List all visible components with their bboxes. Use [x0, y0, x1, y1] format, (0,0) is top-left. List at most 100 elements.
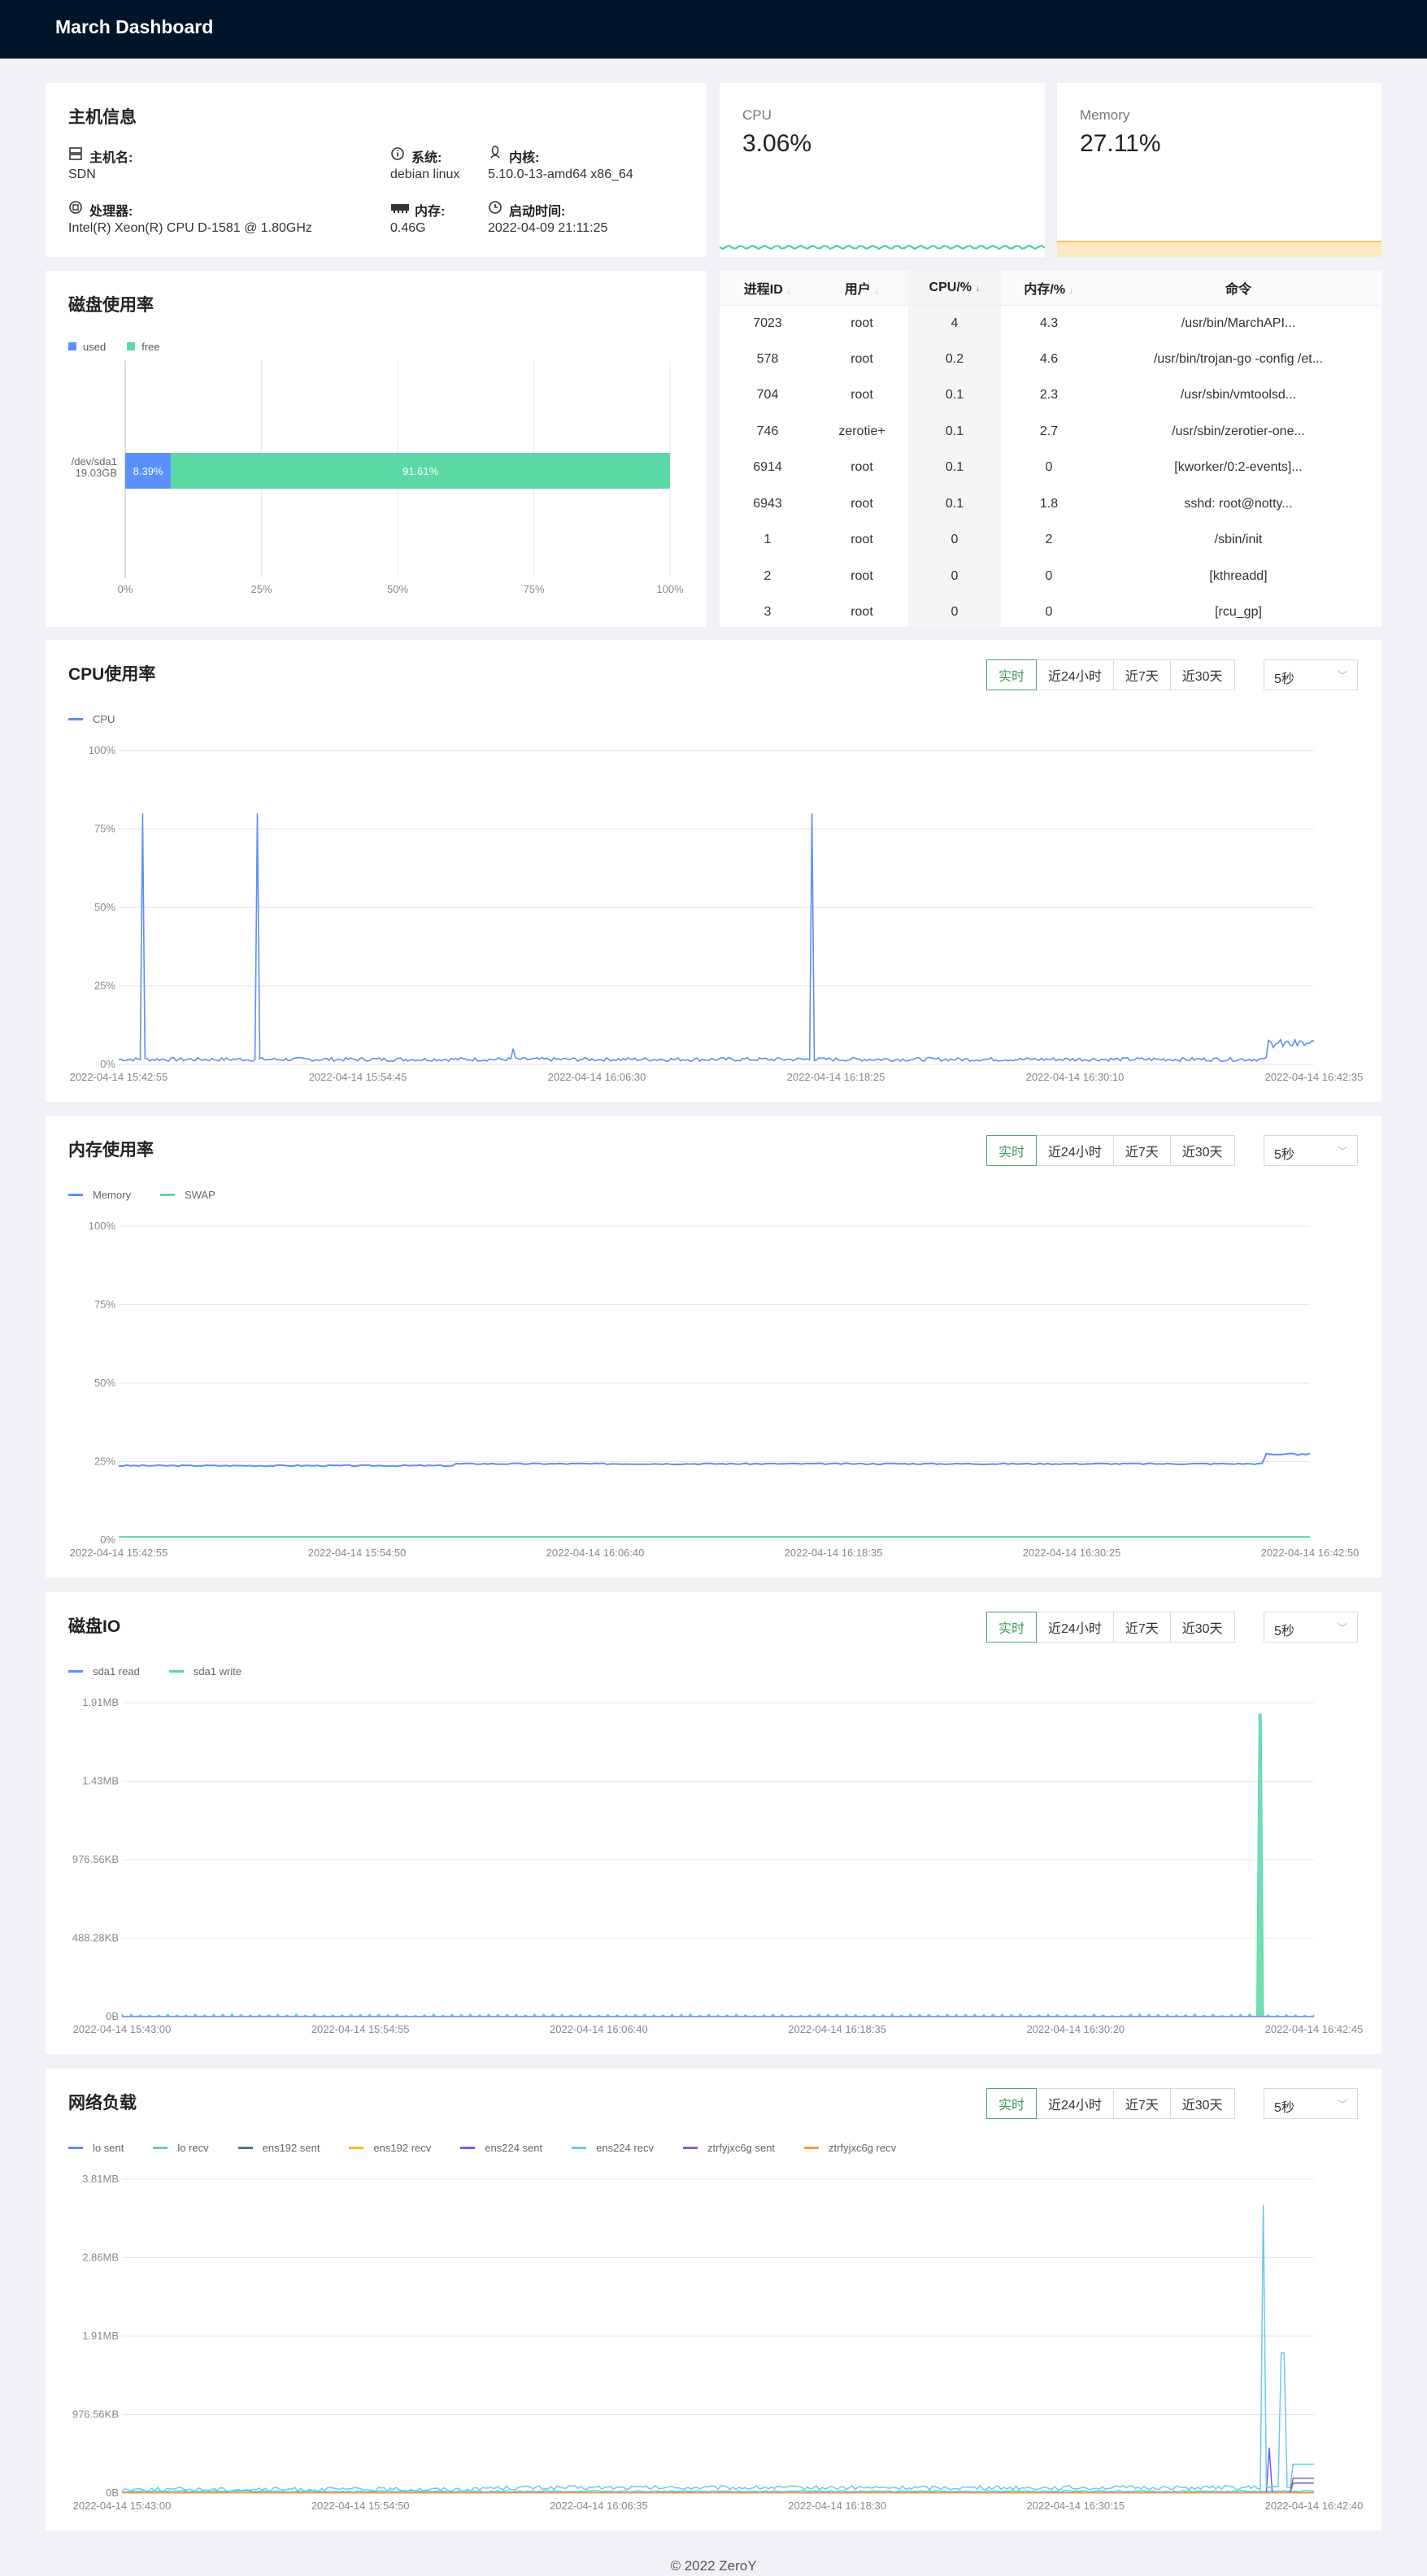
cell-user: root — [851, 351, 873, 366]
cell-command: /sbin/init — [1214, 533, 1263, 547]
x-tick-label: 50% — [387, 583, 408, 595]
memory-stat-card: Memory 27.11% — [1057, 83, 1381, 257]
x-tick-label: 2022-04-14 15:54:45 — [309, 1071, 407, 1083]
x-tick-label: 2022-04-14 16:18:35 — [788, 2023, 886, 2035]
x-tick-label: 2022-04-14 16:30:20 — [1026, 2023, 1125, 2035]
disk-io-chart: 0B 488.28KB 976.56KB 1.43MB 1.91MB 2022-04-14… — [72, 1696, 1364, 2035]
x-tick-label: 2022-04-14 15:42:55 — [70, 1071, 168, 1083]
cell-memory: 2.3 — [1039, 388, 1059, 402]
system-label: 系统: — [411, 151, 442, 165]
memory-value: 0.46G — [390, 221, 426, 235]
range-realtime-button[interactable]: 实时 — [986, 1135, 1038, 1166]
header-user[interactable]: 用户 ↓ — [816, 271, 908, 306]
y-tick-label: 75% — [94, 1299, 115, 1311]
x-tick-label: 2022-04-14 16:06:40 — [546, 1547, 645, 1559]
legend-free-label: free — [141, 341, 160, 353]
cell-cpu: 0.1 — [908, 413, 1001, 450]
cell-pid: 578 — [756, 351, 779, 366]
y-tick-label: 2.86MB — [82, 2252, 119, 2264]
disk-usage-chart: 0% 25% 50% 75% 100% /dev/sda1 19.03GB 8.39% … — [72, 360, 684, 595]
x-tick-label: 2022-04-14 15:43:00 — [73, 2500, 172, 2512]
x-tick-label: 2022-04-14 15:54:50 — [308, 1547, 407, 1559]
cell-memory: 1.8 — [1039, 496, 1059, 511]
y-tick-label: 100% — [89, 744, 116, 756]
io-write-area — [121, 1713, 1315, 2017]
range-realtime-button[interactable]: 实时 — [986, 2088, 1038, 2119]
x-tick-label: 2022-04-14 16:42:50 — [1261, 1547, 1360, 1559]
y-tick-label: 976.56KB — [72, 1853, 119, 1865]
table-row: 746 zerotie+ 0.1 2.7/usr/sbin/zerotier-one.… — [720, 413, 1380, 450]
cell-command: /usr/sbin/zerotier-one... — [1172, 424, 1305, 438]
cell-memory: 2 — [1045, 533, 1053, 547]
y-tick-label: 0B — [106, 2010, 119, 2022]
memory-usage-panel: 内存使用率 实时 近24小时 近7天 近30天 5秒 ﹀ Memory SWAP … — [46, 1116, 1381, 1577]
header-memory[interactable]: 内存/% ↓ — [1001, 271, 1097, 306]
memory-stat-label: Memory — [1080, 107, 1130, 123]
kernel-label: 内核: — [509, 151, 540, 165]
cpu-series-line — [118, 813, 1315, 1063]
cell-pid: 6914 — [753, 460, 782, 475]
memory-sparkline-area — [1057, 241, 1381, 257]
x-tick-label: 2022-04-14 16:30:25 — [1023, 1547, 1121, 1559]
range-realtime-button[interactable]: 实时 — [986, 659, 1038, 690]
y-tick-label: 1.91MB — [82, 1696, 119, 1708]
cell-cpu: 0.1 — [908, 485, 1001, 522]
legend-used-label: used — [83, 341, 107, 353]
cell-pid: 704 — [756, 388, 779, 402]
cell-cpu: 0.2 — [908, 341, 1001, 377]
cpu-usage-chart: 0% 25% 50% 75% 100% 2022-04-14 15:42:55 2022-0… — [70, 744, 1364, 1083]
cpu-label: 处理器: — [89, 205, 133, 219]
disk-io-panel: 磁盘IO 实时 近24小时 近7天 近30天 5秒 ﹀ sda1 read sda… — [46, 1592, 1381, 2054]
cell-command: [kworker/0:2-events]... — [1174, 460, 1303, 475]
process-table-card: 进程ID ↓ 用户 ↓ CPU/% ↓ 内存/% ↓ 命令 7023 root 4 4… — [720, 271, 1381, 627]
x-tick-label: 25% — [250, 583, 272, 595]
cell-memory: 4.6 — [1039, 351, 1059, 366]
header-pid[interactable]: 进程ID ↓ — [720, 271, 816, 306]
y-tick-label: 1.43MB — [82, 1775, 119, 1787]
cell-user: zerotie+ — [838, 424, 885, 438]
x-tick-label: 2022-04-14 16:06:35 — [550, 2500, 648, 2512]
y-tick-label: 1.91MB — [82, 2330, 119, 2342]
table-row: 578 root 0.2 4.6/usr/bin/trojan-go -config … — [720, 341, 1380, 377]
x-tick-label: 75% — [523, 583, 544, 595]
y-tick-label: 50% — [94, 1377, 115, 1389]
network-chart: 0B 976.56KB 1.91MB 2.86MB 3.81MB 2022-04-14 1… — [72, 2173, 1363, 2512]
host-info-title: 主机信息 — [68, 108, 137, 127]
range-realtime-button[interactable]: 实时 — [986, 1612, 1038, 1643]
cell-cpu: 0 — [908, 594, 1001, 627]
cell-cpu: 0.1 — [908, 450, 1001, 486]
cell-cpu: 0 — [908, 522, 1001, 559]
x-tick-label: 2022-04-14 16:18:35 — [785, 1547, 883, 1559]
cpu-stat-card: CPU 3.06% — [720, 83, 1045, 257]
memory-icon — [391, 204, 409, 213]
memory-usage-chart: 0% 25% 50% 75% 100% 2022-04-14 15:42:55 2022-0… — [70, 1220, 1360, 1559]
cell-command: [rcu_gp] — [1215, 605, 1262, 620]
cell-memory: 2.7 — [1039, 424, 1059, 438]
y-tick-label: 25% — [94, 1456, 115, 1468]
cell-user: root — [851, 533, 873, 547]
linux-icon — [490, 146, 500, 159]
memory-label: 内存: — [415, 205, 446, 219]
x-tick-label: 2022-04-14 16:06:40 — [550, 2023, 648, 2035]
footer: © 2022 ZeroY — [670, 2558, 757, 2574]
disk-size-label: 19.03GB — [76, 467, 117, 479]
cell-pid: 1 — [764, 533, 772, 547]
system-value: debian linux — [390, 168, 460, 181]
network-panel: 网络负载 实时 近24小时 近7天 近30天 5秒 ﹀ lo sent lo rec… — [46, 2069, 1381, 2530]
x-tick-label: 2022-04-14 16:42:45 — [1265, 2023, 1364, 2035]
y-tick-label: 0% — [100, 1058, 115, 1070]
cell-user: root — [851, 460, 873, 475]
table-row: 704 root 0.1 2.3/usr/sbin/vmtoolsd... — [720, 377, 1380, 414]
x-tick-label: 0% — [118, 583, 133, 595]
kernel-value: 5.10.0-13-amd64 x86_64 — [488, 168, 633, 181]
cell-user: root — [851, 605, 873, 620]
host-info-card: 主机信息 主机名: SDN 系统: debian linux 内核: 5.10.… — [46, 83, 707, 257]
top-bar: March Dashboard — [0, 0, 1427, 59]
x-tick-label: 2022-04-14 16:18:25 — [787, 1071, 885, 1083]
info-icon — [391, 147, 404, 160]
header-cpu[interactable]: CPU/% ↓ — [908, 271, 1001, 306]
x-tick-label: 2022-04-14 16:30:15 — [1026, 2500, 1125, 2512]
network-series-line — [121, 2490, 1315, 2493]
cell-command: /usr/bin/trojan-go -config /et... — [1153, 351, 1324, 366]
disk-usage-title: 磁盘使用率 — [68, 296, 154, 315]
